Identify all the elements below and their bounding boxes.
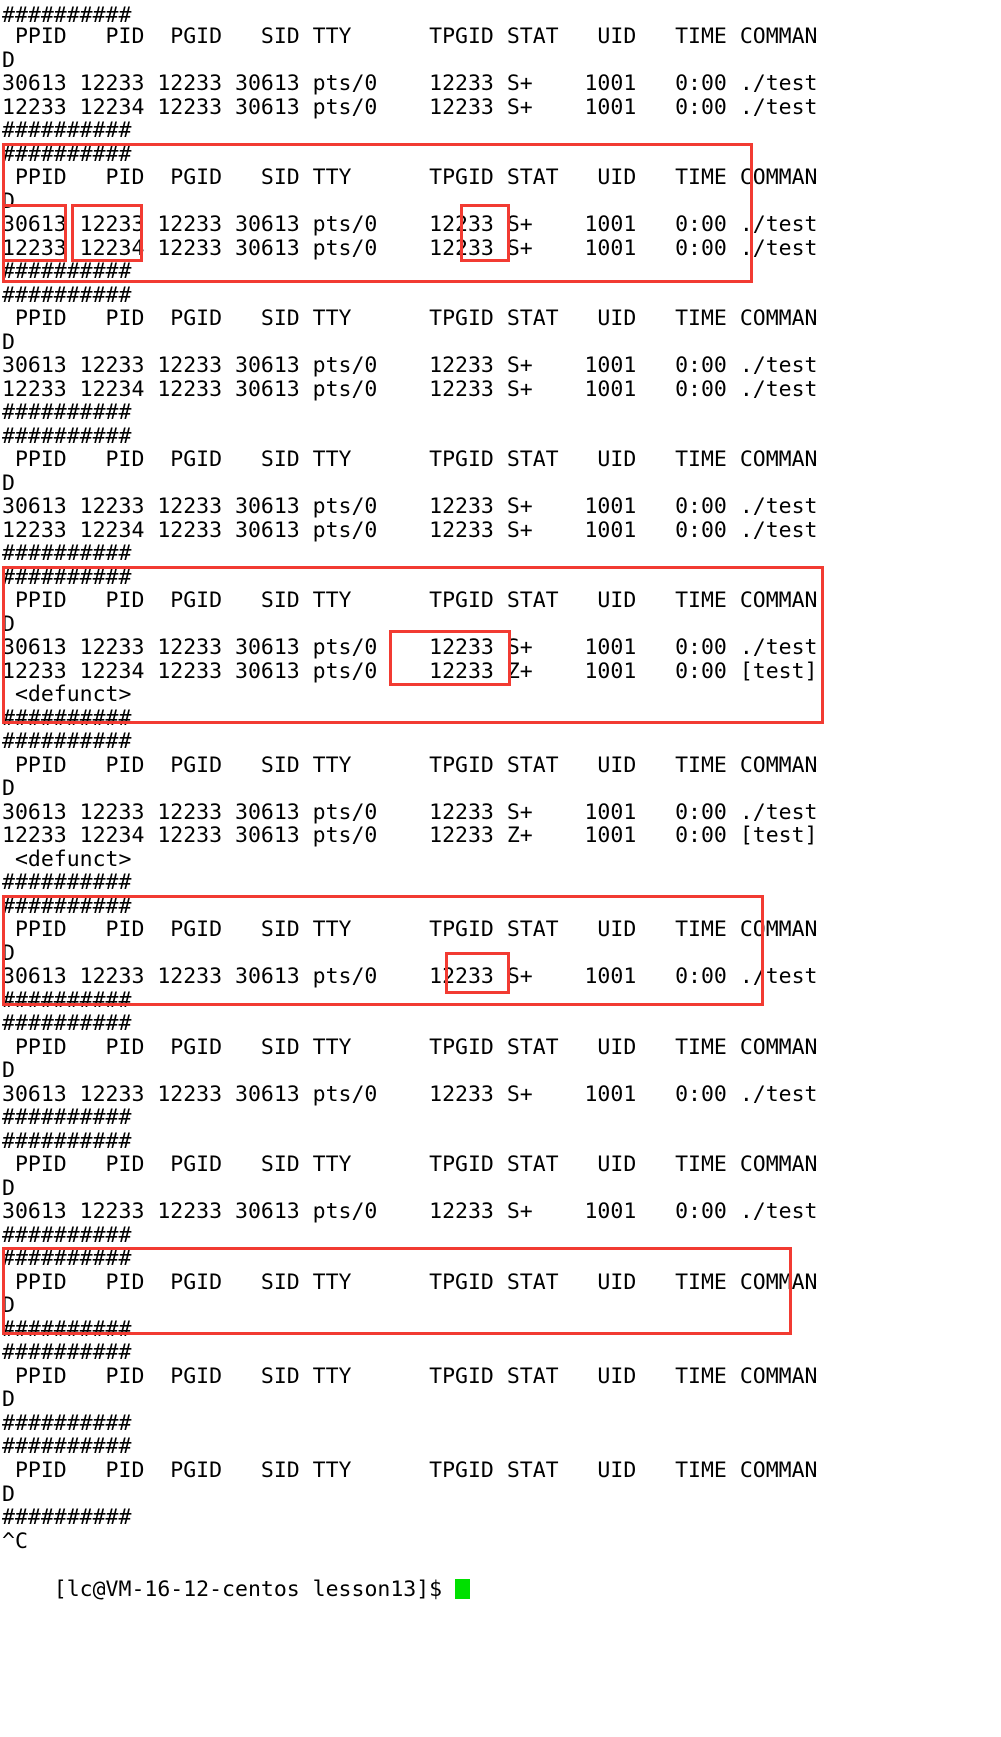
terminal-line: 12233 12234 12233 30613 pts/0 12233 S+ 1…: [2, 377, 818, 402]
terminal-line: 12233 12234 12233 30613 pts/0 12233 S+ 1…: [2, 518, 818, 543]
terminal-line: ##########: [2, 1340, 132, 1365]
terminal-line: D: [2, 1293, 15, 1318]
terminal-line: 30613 12233 12233 30613 pts/0 12233 S+ 1…: [2, 212, 818, 237]
terminal-line: <defunct>: [2, 682, 132, 707]
terminal-line: PPID PID PGID SID TTY TPGID STAT UID TIM…: [2, 1270, 818, 1295]
terminal-line: PPID PID PGID SID TTY TPGID STAT UID TIM…: [2, 588, 818, 613]
terminal-line: <defunct>: [2, 847, 132, 872]
terminal-line: ##########: [2, 565, 132, 590]
terminal-line: 12233 12234 12233 30613 pts/0 12233 S+ 1…: [2, 236, 818, 261]
terminal-line: D: [2, 612, 15, 637]
terminal-line: D: [2, 189, 15, 214]
terminal-line: ##########: [2, 1246, 132, 1271]
terminal-line: ##########: [2, 870, 132, 895]
terminal-line: PPID PID PGID SID TTY TPGID STAT UID TIM…: [2, 1458, 818, 1483]
terminal-line: 30613 12233 12233 30613 pts/0 12233 S+ 1…: [2, 71, 818, 96]
text-cursor[interactable]: [455, 1579, 471, 1600]
terminal-line: D: [2, 1176, 15, 1201]
terminal-line: PPID PID PGID SID TTY TPGID STAT UID TIM…: [2, 447, 818, 472]
terminal-line: ##########: [2, 894, 132, 919]
terminal-line: PPID PID PGID SID TTY TPGID STAT UID TIM…: [2, 306, 818, 331]
terminal-line: D: [2, 1058, 15, 1083]
terminal-line: ##########: [2, 118, 132, 143]
terminal-line: 12233 12234 12233 30613 pts/0 12233 S+ 1…: [2, 95, 818, 120]
terminal-line: D: [2, 941, 15, 966]
shell-prompt-line[interactable]: [lc@VM-16-12-centos lesson13]$: [2, 1554, 471, 1627]
terminal-line: ##########: [2, 729, 132, 754]
terminal-line: PPID PID PGID SID TTY TPGID STAT UID TIM…: [2, 165, 818, 190]
prompt-text: [lc@VM-16-12-centos lesson13]$: [53, 1577, 443, 1603]
terminal-line: D: [2, 1387, 15, 1412]
terminal-line: D: [2, 1482, 15, 1507]
terminal-window[interactable]: ########## PPID PID PGID SID TTY TPGID S…: [0, 0, 1001, 1737]
terminal-line: ##########: [2, 1223, 132, 1248]
terminal-line: 30613 12233 12233 30613 pts/0 12233 S+ 1…: [2, 1082, 818, 1107]
terminal-line: ##########: [2, 1011, 132, 1036]
terminal-line: ##########: [2, 706, 132, 731]
terminal-line: D: [2, 330, 15, 355]
terminal-line: 30613 12233 12233 30613 pts/0 12233 S+ 1…: [2, 964, 818, 989]
terminal-line: ##########: [2, 424, 132, 449]
terminal-line: ##########: [2, 283, 132, 308]
terminal-line: 30613 12233 12233 30613 pts/0 12233 S+ 1…: [2, 800, 818, 825]
terminal-line: ##########: [2, 1105, 132, 1130]
terminal-line: PPID PID PGID SID TTY TPGID STAT UID TIM…: [2, 917, 818, 942]
terminal-line: D: [2, 48, 15, 73]
terminal-line: ##########: [2, 541, 132, 566]
terminal-line: 12233 12234 12233 30613 pts/0 12233 Z+ 1…: [2, 823, 818, 848]
terminal-line: 30613 12233 12233 30613 pts/0 12233 S+ 1…: [2, 1199, 818, 1224]
terminal-line: ##########: [2, 1317, 132, 1342]
terminal-line: PPID PID PGID SID TTY TPGID STAT UID TIM…: [2, 1035, 818, 1060]
terminal-line: ##########: [2, 1505, 132, 1530]
terminal-line: D: [2, 776, 15, 801]
terminal-line: ##########: [2, 142, 132, 167]
terminal-line: 12233 12234 12233 30613 pts/0 12233 Z+ 1…: [2, 659, 818, 684]
terminal-line: PPID PID PGID SID TTY TPGID STAT UID TIM…: [2, 24, 818, 49]
terminal-line: 30613 12233 12233 30613 pts/0 12233 S+ 1…: [2, 353, 818, 378]
terminal-line: ##########: [2, 1411, 132, 1436]
terminal-line: ##########: [2, 400, 132, 425]
terminal-line: PPID PID PGID SID TTY TPGID STAT UID TIM…: [2, 753, 818, 778]
terminal-line: ##########: [2, 259, 132, 284]
interrupt-line: ^C: [2, 1529, 28, 1554]
terminal-line: PPID PID PGID SID TTY TPGID STAT UID TIM…: [2, 1152, 818, 1177]
terminal-line: 30613 12233 12233 30613 pts/0 12233 S+ 1…: [2, 635, 818, 660]
terminal-line: ##########: [2, 988, 132, 1013]
terminal-line: PPID PID PGID SID TTY TPGID STAT UID TIM…: [2, 1364, 818, 1389]
terminal-line: D: [2, 471, 15, 496]
terminal-line: 30613 12233 12233 30613 pts/0 12233 S+ 1…: [2, 494, 818, 519]
terminal-line: ##########: [2, 1129, 132, 1154]
terminal-line: ##########: [2, 1434, 132, 1459]
